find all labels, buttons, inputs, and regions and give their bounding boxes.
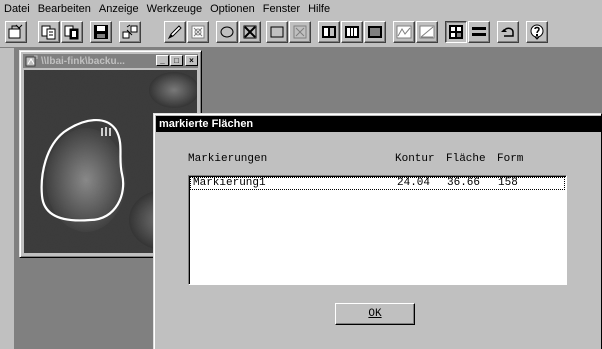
layout1-icon (322, 26, 336, 38)
markings-listbox[interactable]: Markierung1 24.04 36.66 158 (188, 175, 567, 285)
column-header-name: Markierungen (188, 153, 268, 165)
lines-icon (472, 27, 486, 36)
layout-3-button[interactable] (364, 21, 386, 43)
paste-button[interactable] (61, 21, 83, 43)
save-icon (94, 25, 108, 39)
image-document-icon (25, 55, 38, 67)
help-icon (530, 24, 544, 40)
ok-button-label: OK (368, 308, 382, 320)
save-button[interactable] (90, 21, 112, 43)
filter2-icon (419, 25, 435, 39)
column-header-flaeche: Fläche (446, 153, 486, 165)
rectangle-button[interactable] (266, 21, 288, 43)
lines-button[interactable] (468, 21, 490, 43)
draw-button[interactable] (164, 21, 186, 43)
open-button[interactable] (5, 21, 27, 43)
rect-icon (270, 26, 284, 38)
filter-1-button[interactable] (393, 21, 415, 43)
open-icon (8, 24, 23, 39)
layout-2-button[interactable] (341, 21, 363, 43)
menu-bearbeiten[interactable]: Bearbeiten (38, 3, 91, 15)
layout-1-button[interactable] (318, 21, 340, 43)
transform-icon (122, 24, 138, 39)
ok-button[interactable]: OK (335, 303, 415, 325)
help-button[interactable] (526, 21, 548, 43)
paste-icon (64, 25, 79, 40)
layout2-icon (345, 26, 359, 38)
layout3-icon (368, 26, 382, 38)
list-item-kontur: 24.04 (397, 177, 431, 189)
ellipse-button[interactable] (216, 21, 238, 43)
erase-button[interactable] (187, 21, 209, 43)
delete-rect-button[interactable] (289, 21, 311, 43)
delete-rect-icon (293, 25, 307, 39)
draw-icon (167, 25, 182, 40)
copy-button[interactable] (38, 21, 60, 43)
list-item-flaeche: 36.66 (447, 177, 481, 189)
dialog-titlebar[interactable]: markierte Flächen (156, 116, 601, 132)
delete-mark-icon (243, 25, 257, 39)
menu-hilfe[interactable]: Hilfe (308, 3, 330, 15)
marked-areas-dialog: markierte Flächen Markierungen Kontur Fl… (153, 113, 602, 349)
maximize-button[interactable]: □ (170, 55, 183, 66)
copy-icon (41, 25, 56, 40)
close-button[interactable]: × (185, 55, 198, 66)
undo-icon (501, 27, 514, 37)
list-item-form: 158 (498, 177, 518, 189)
menu-datei[interactable]: Datei (4, 3, 30, 15)
ellipse-icon (220, 26, 234, 38)
image-window-title: \\lbai-fink\backu... (41, 55, 125, 67)
list-item-name: Markierung1 (193, 177, 266, 189)
image-window-controls: _ □ × (155, 55, 198, 66)
erase-icon (191, 25, 205, 39)
toolbar (0, 18, 602, 48)
undo-button[interactable] (497, 21, 519, 43)
menu-optionen[interactable]: Optionen (210, 3, 255, 15)
delete-mark-button[interactable] (239, 21, 261, 43)
menu-bar: Datei Bearbeiten Anzeige Werkzeuge Optio… (0, 0, 602, 18)
application-window: Datei Bearbeiten Anzeige Werkzeuge Optio… (0, 0, 602, 349)
menu-anzeige[interactable]: Anzeige (99, 3, 139, 15)
grid-icon (449, 25, 463, 39)
menu-fenster[interactable]: Fenster (263, 3, 300, 15)
dialog-title: markierte Flächen (159, 118, 254, 130)
filter-2-button[interactable] (416, 21, 438, 43)
list-item[interactable]: Markierung1 24.04 36.66 158 (190, 177, 565, 190)
grid-button[interactable] (445, 21, 467, 43)
column-header-form: Form (497, 153, 524, 165)
minimize-button[interactable]: _ (156, 55, 169, 66)
transform-button[interactable] (119, 21, 141, 43)
menu-werkzeuge[interactable]: Werkzeuge (147, 3, 202, 15)
column-header-kontur: Kontur (395, 153, 435, 165)
filter1-icon (396, 25, 412, 39)
